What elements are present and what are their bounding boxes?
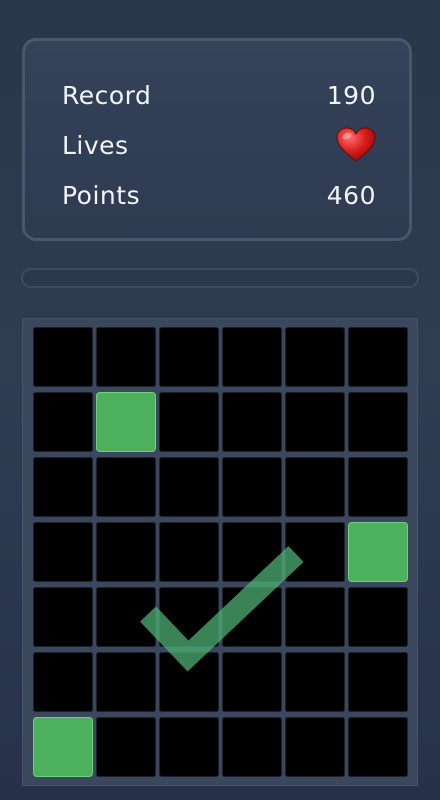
tile[interactable] [222,587,282,647]
tile[interactable] [348,457,408,517]
tile[interactable] [159,587,219,647]
tile[interactable] [222,652,282,712]
tile[interactable] [348,717,408,777]
tile[interactable] [222,717,282,777]
tile[interactable] [159,392,219,452]
tile[interactable] [222,392,282,452]
tile[interactable] [285,522,345,582]
tile[interactable] [33,327,93,387]
tile[interactable] [222,327,282,387]
points-label: Points [62,180,141,210]
tile[interactable] [96,522,156,582]
heart-icon [336,127,376,163]
stats-panel: Record 190 Lives Points 460 [22,38,412,241]
record-value: 190 [326,80,376,110]
tile[interactable] [348,392,408,452]
tile[interactable] [33,392,93,452]
tile[interactable] [285,327,345,387]
tile[interactable] [33,587,93,647]
tile[interactable] [348,587,408,647]
tile[interactable] [285,457,345,517]
progress-bar [21,268,419,288]
tile[interactable] [222,522,282,582]
points-row: Points 460 [62,175,376,215]
points-value: 460 [326,180,376,210]
tile[interactable] [159,522,219,582]
tile[interactable] [96,457,156,517]
lives-row: Lives [62,125,376,165]
tile-lit[interactable] [96,392,156,452]
record-row: Record 190 [62,75,376,115]
tile[interactable] [33,522,93,582]
game-board [22,318,418,786]
tile[interactable] [159,327,219,387]
tile[interactable] [285,392,345,452]
tile[interactable] [285,587,345,647]
record-label: Record [62,80,152,110]
tile[interactable] [33,457,93,517]
tile[interactable] [159,457,219,517]
tile[interactable] [159,717,219,777]
tile[interactable] [159,652,219,712]
tile[interactable] [285,717,345,777]
tile[interactable] [348,327,408,387]
tile-lit[interactable] [348,522,408,582]
tile[interactable] [348,652,408,712]
tile-lit[interactable] [33,717,93,777]
lives-label: Lives [62,130,129,160]
tile[interactable] [222,457,282,517]
tile[interactable] [285,652,345,712]
tile[interactable] [96,717,156,777]
tile[interactable] [96,652,156,712]
tile[interactable] [96,587,156,647]
tile[interactable] [33,652,93,712]
tile[interactable] [96,327,156,387]
